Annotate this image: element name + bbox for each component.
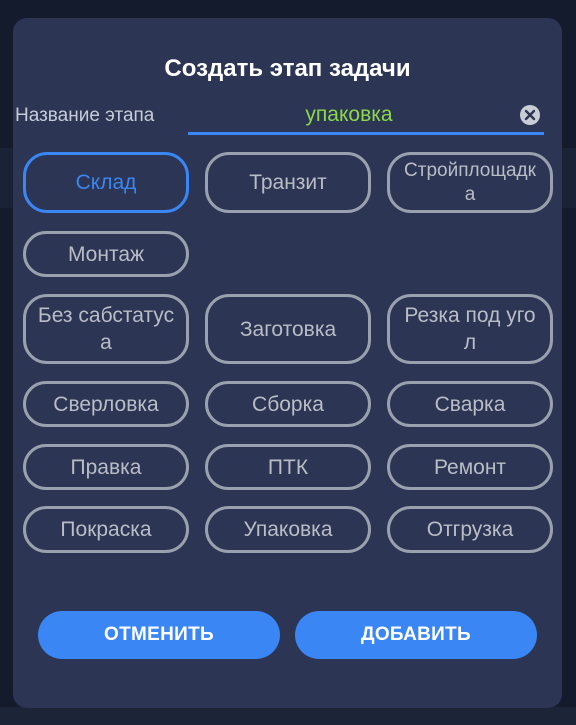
stage-chip-sverlovka[interactable]: Сверловка — [23, 381, 189, 427]
stage-chip-sborka[interactable]: Сборка — [205, 381, 371, 427]
stage-chip-svarka[interactable]: Сварка — [387, 381, 553, 427]
stage-chip-stroyploshchadka[interactable]: Стройплощадка — [387, 152, 553, 213]
close-circle-icon[interactable] — [520, 105, 540, 125]
stage-name-value[interactable]: упаковка — [188, 102, 510, 128]
stage-chip-rezka-pod-ugol[interactable]: Резка под угол — [387, 294, 553, 364]
stage-chip-remont[interactable]: Ремонт — [387, 444, 553, 490]
stage-chip-bez-sabstatusa[interactable]: Без сабстатуса — [23, 294, 189, 364]
stage-chip-montazh[interactable]: Монтаж — [23, 231, 189, 277]
stage-chip-tranzit[interactable]: Транзит — [205, 152, 371, 213]
dialog-title: Создать этап задачи — [164, 55, 411, 82]
cancel-button[interactable]: ОТМЕНИТЬ — [38, 611, 280, 659]
stage-chip-sklad[interactable]: Склад — [23, 152, 189, 213]
stage-name-label: Название этапа — [15, 105, 155, 126]
add-button[interactable]: ДОБАВИТЬ — [295, 611, 537, 659]
stage-name-input[interactable]: упаковка — [188, 98, 544, 135]
stage-chip-ptk[interactable]: ПТК — [205, 444, 371, 490]
stage-chip-pravka[interactable]: Правка — [23, 444, 189, 490]
stage-chip-upakovka[interactable]: Упаковка — [205, 506, 371, 553]
create-stage-dialog: Создать этап задачи Название этапа упако… — [13, 18, 562, 708]
backdrop-strip — [0, 707, 576, 725]
stage-chip-pokraska[interactable]: Покраска — [23, 506, 189, 553]
stage-chip-otgruzka[interactable]: Отгрузка — [387, 506, 553, 553]
stage-chip-zagotovka[interactable]: Заготовка — [205, 294, 371, 364]
